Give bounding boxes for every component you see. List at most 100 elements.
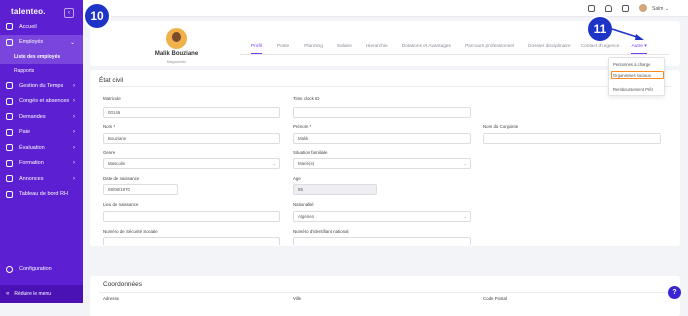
situation-select[interactable]: Marié(e) ⌄	[293, 158, 471, 169]
double-chevron-left-icon: «	[6, 291, 10, 297]
home-icon	[6, 23, 13, 31]
sidebar-subitem-liste-employes[interactable]: Liste des employés	[0, 50, 83, 64]
apps-grid-icon[interactable]	[622, 5, 629, 12]
calendar-icon	[6, 97, 13, 105]
sidebar-item-tableau-bord[interactable]: Tableau de bord RH	[0, 187, 83, 203]
chevron-right-icon: ›	[73, 113, 75, 120]
chevron-right-icon: ›	[73, 175, 75, 182]
tab-autre[interactable]: Autre ▾	[631, 43, 647, 54]
prenom-field[interactable]: Malik	[293, 133, 471, 144]
chevron-down-icon: ⌄	[463, 214, 467, 219]
gear-icon	[6, 265, 13, 273]
date-naissance-field[interactable]: 08/08/1970	[103, 184, 178, 195]
clock-icon	[6, 82, 13, 90]
sidebar-item-label: Formation	[19, 160, 44, 167]
sidebar-item-evaluation[interactable]: Évaluation ›	[0, 140, 83, 156]
sidebar-item-configuration[interactable]: Configuration	[0, 261, 83, 277]
avatar[interactable]	[638, 3, 648, 13]
user-name: Salm	[652, 6, 664, 12]
document-icon	[6, 113, 13, 121]
profile-tabs: Profil Poste Planning Salaire Hierarchie…	[240, 43, 670, 55]
sidebar-item-conges[interactable]: Congés et absences ›	[0, 94, 83, 110]
sidebar-item-gestion-temps[interactable]: Gestion du Temps ›	[0, 78, 83, 94]
num-secu-field[interactable]	[103, 237, 280, 245]
tab-dossier[interactable]: Dossier disciplinaire	[528, 43, 571, 54]
collapse-sidebar-icon[interactable]: ‹	[64, 8, 74, 18]
lieu-naissance-field[interactable]	[103, 211, 280, 222]
sidebar-item-annonces[interactable]: Annonces ›	[0, 171, 83, 187]
num-secu-label: Numéro de Sécurité Sociale	[103, 229, 158, 234]
wallet-icon	[6, 128, 13, 136]
num-identifiant-label: Numéro d'identifiant national	[293, 229, 349, 234]
sidebar-item-label: Congés et absences	[19, 98, 70, 105]
tab-planning[interactable]: Planning	[304, 43, 323, 54]
sidebar-item-paie[interactable]: Paie ›	[0, 125, 83, 141]
nom-field[interactable]: Bouziane	[103, 133, 280, 144]
nom-conjointe-field[interactable]	[483, 133, 661, 144]
nom-conjointe-label: Nom du Conjointe	[483, 124, 519, 129]
bell-icon[interactable]	[605, 5, 612, 12]
employee-avatar	[166, 28, 187, 49]
arrow-annotation-icon	[611, 28, 644, 40]
target-icon	[6, 144, 13, 152]
tab-dotations[interactable]: Dotations et Avantages	[402, 43, 451, 54]
sidebar-item-formation[interactable]: Formation ›	[0, 156, 83, 172]
sidebar-item-label: Demandes	[19, 113, 46, 120]
divider	[99, 292, 671, 293]
sidebar-nav: Accueil Employés ⌄ Liste des employés Ra…	[0, 19, 83, 202]
nationalite-value: Algérien	[298, 214, 315, 219]
user-menu[interactable]: Salm ⌄	[652, 6, 669, 12]
matricule-field[interactable]: 00146	[103, 107, 280, 118]
menu-item-organismes-sociaux[interactable]: Organismes sociaux	[613, 73, 651, 78]
sidebar-item-label: Configuration	[19, 266, 52, 272]
employee-role: Magasinier	[166, 59, 187, 64]
menu-item-personnes-charge[interactable]: Personnes à charge	[613, 62, 650, 67]
time-clock-label: Time clock ID	[293, 96, 320, 101]
situation-label: Situation familiale	[293, 150, 328, 155]
tab-salaire[interactable]: Salaire	[337, 43, 352, 54]
chevron-down-icon: ⌄	[69, 39, 75, 46]
reduce-menu-button[interactable]: « Réduire le menu	[0, 285, 83, 303]
help-button[interactable]: ?	[668, 286, 681, 299]
sidebar-item-label: Paie	[19, 129, 31, 136]
gift-icon[interactable]	[588, 5, 595, 12]
genre-label: Genre	[103, 150, 116, 155]
code-postal-label: Code Postal	[483, 296, 507, 301]
prenom-label: Prénom *	[293, 124, 312, 129]
section-title: Coordonnées	[103, 281, 143, 288]
tab-parcours[interactable]: Parcours professionnel	[465, 43, 514, 54]
tab-poste[interactable]: Poste	[277, 43, 289, 54]
genre-select[interactable]: Masculin ⌄	[103, 158, 280, 169]
chevron-right-icon: ›	[73, 82, 75, 89]
top-bar	[83, 0, 688, 17]
num-identifiant-field[interactable]	[293, 237, 471, 245]
coordonnees-card: Coordonnées Adresse Ville Code Postal	[90, 276, 680, 316]
sidebar-item-accueil[interactable]: Accueil	[0, 19, 83, 35]
megaphone-icon	[6, 175, 13, 183]
menu-item-remboursement-pret[interactable]: Remboursement Prêt	[613, 87, 653, 92]
sidebar-item-demandes[interactable]: Demandes ›	[0, 109, 83, 125]
dashboard-icon	[6, 190, 13, 198]
tab-contact-urgence[interactable]: Contact d'urgence	[581, 43, 620, 54]
step-badge: 10	[85, 4, 109, 28]
step-badge: 11	[588, 17, 612, 41]
matricule-label: Matricule	[103, 96, 121, 101]
sidebar-item-employes[interactable]: Employés ⌄	[0, 34, 83, 50]
section-title: État civil	[99, 77, 124, 84]
chevron-right-icon: ›	[73, 98, 75, 105]
situation-value: Marié(e)	[298, 161, 315, 166]
chevron-right-icon: ›	[73, 129, 75, 136]
etat-civil-card: État civil Matricule 00146 Time clock ID…	[90, 70, 680, 246]
sidebar-item-label: Employés	[19, 39, 44, 46]
divider	[99, 86, 671, 87]
nom-label: Nom *	[103, 124, 116, 129]
tab-profil[interactable]: Profil	[251, 43, 262, 54]
autre-dropdown-menu: Personnes à charge Organismes sociaux Re…	[608, 57, 665, 96]
time-clock-field[interactable]	[293, 107, 471, 118]
tab-hierarchie[interactable]: Hierarchie	[366, 43, 388, 54]
nationalite-select[interactable]: Algérien ⌄	[293, 211, 471, 222]
chevron-right-icon: ›	[73, 160, 75, 167]
reduce-menu-label: Réduire le menu	[14, 291, 52, 297]
sidebar-subitem-rapports[interactable]: Rapports	[0, 64, 83, 78]
sidebar-item-label: Évaluation	[19, 144, 45, 151]
